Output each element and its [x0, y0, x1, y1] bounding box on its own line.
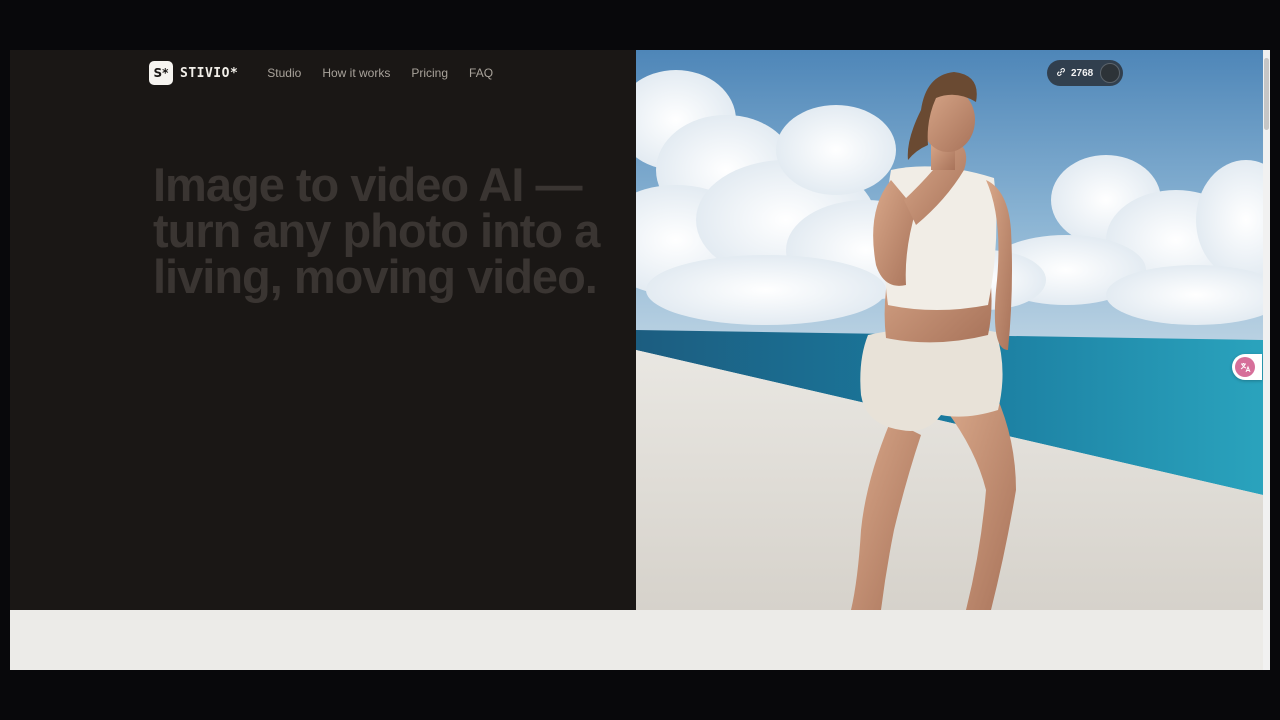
- logo-mark[interactable]: S*: [149, 61, 173, 85]
- browser-viewport: S* STIVIO* Studio How it works Pricing F…: [10, 50, 1270, 670]
- page-footer-band: [10, 610, 1263, 670]
- nav-link-how-it-works[interactable]: How it works: [322, 66, 390, 80]
- counter-pill[interactable]: 2768: [1047, 60, 1123, 86]
- top-nav: S* STIVIO* Studio How it works Pricing F…: [149, 61, 493, 85]
- hero-video[interactable]: 2768: [636, 50, 1263, 610]
- nav-links: Studio How it works Pricing FAQ: [267, 66, 493, 80]
- letterbox-bottom: [0, 670, 1280, 720]
- nav-link-studio[interactable]: Studio: [267, 66, 301, 80]
- scrollbar-thumb[interactable]: [1264, 58, 1269, 130]
- runner-video-frame: [636, 50, 1263, 610]
- nav-link-pricing[interactable]: Pricing: [411, 66, 448, 80]
- hero-text-panel: S* STIVIO* Studio How it works Pricing F…: [10, 50, 636, 610]
- headline-line-1: Image to video AI —: [153, 158, 582, 211]
- hero-headline: Image to video AI — turn any photo into …: [153, 158, 613, 303]
- link-icon: [1056, 64, 1066, 82]
- brand-name[interactable]: STIVIO*: [180, 66, 238, 81]
- translate-extension-button[interactable]: [1232, 354, 1262, 380]
- nav-link-faq[interactable]: FAQ: [469, 66, 493, 80]
- translate-icon: [1235, 357, 1255, 377]
- headline-line-2: turn any photo into a: [153, 204, 600, 257]
- letterbox-top: [0, 0, 1280, 50]
- scrollbar[interactable]: [1263, 50, 1270, 670]
- counter-value: 2768: [1071, 67, 1094, 79]
- headline-line-3: living, moving video.: [153, 250, 598, 303]
- avatar[interactable]: [1100, 63, 1120, 83]
